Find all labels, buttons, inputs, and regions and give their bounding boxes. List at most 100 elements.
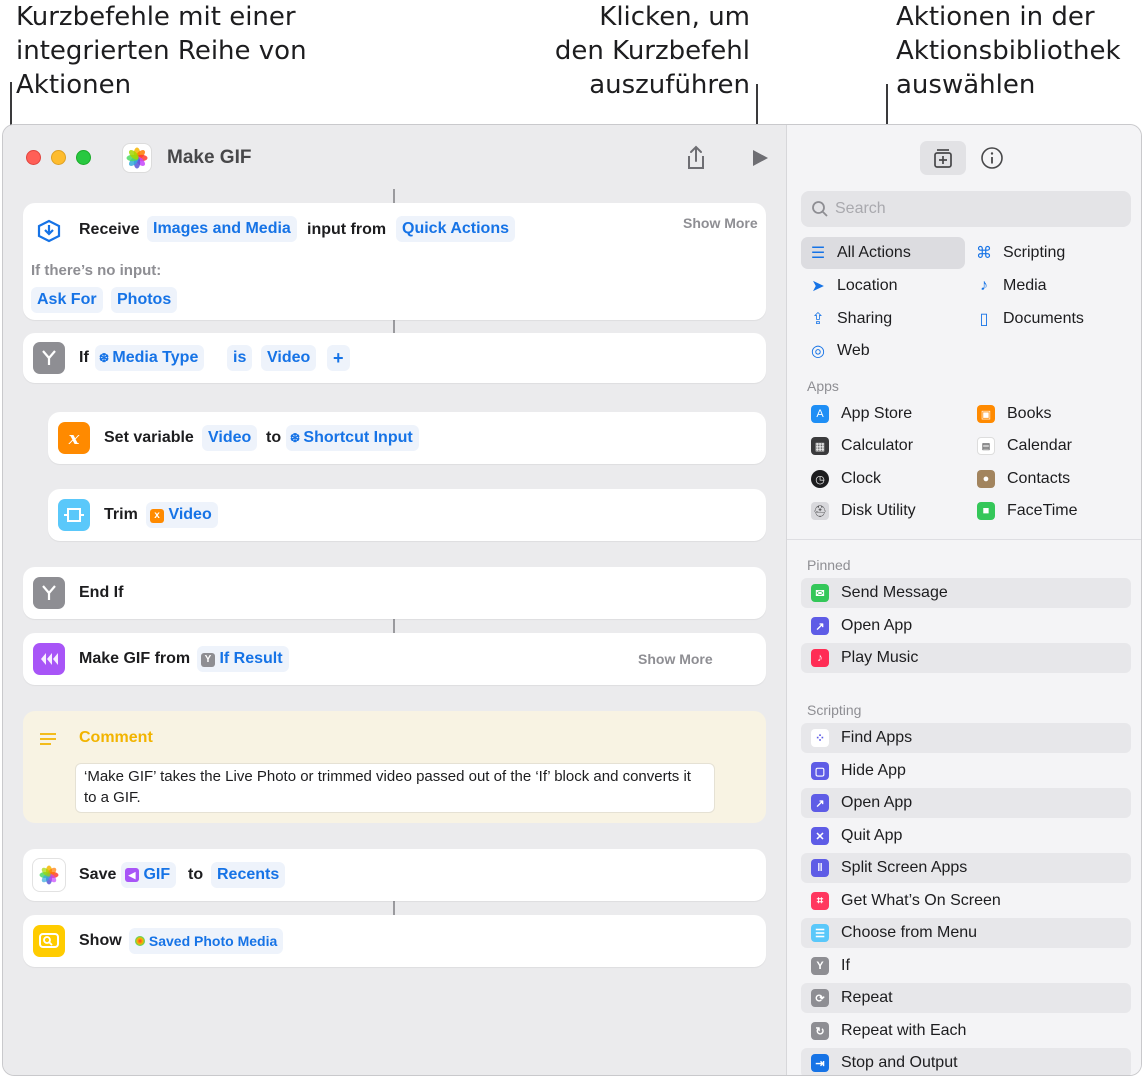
callout-library: Aktionen in der Aktionsbibliothek auswäh… [896,2,1121,100]
make-gif-action[interactable]: Make GIF from Y If Result Show More [23,633,766,685]
variable-name-token[interactable]: Video [202,425,258,451]
end-if-label: End If [79,584,124,601]
pinned-play-music[interactable]: ♪ Play Music [801,643,1131,673]
if-icon: Y [811,957,829,975]
app-calendar[interactable]: ▤ Calendar [977,431,1072,461]
contacts-icon: ● [977,470,995,488]
app-grid-icon: ⁘ [811,729,829,747]
shortcuts-window: Make GIF Receive Images and Media input … [2,124,1142,1076]
variable-x-icon: x [150,509,164,523]
show-more-button[interactable]: Show More [638,651,713,667]
shortcut-input-token[interactable]: ❆ Shortcut Input [286,425,419,451]
set-variable-action[interactable]: x Set variable Video to ❆ Shortcut Input [48,412,766,464]
operator-token[interactable]: is [227,345,253,371]
add-condition-button[interactable]: + [327,345,350,371]
category-location[interactable]: ➤ Location [801,270,965,302]
apps-header: Apps [807,378,839,394]
photos-token[interactable]: Photos [111,287,178,313]
action-connector [393,619,395,633]
category-all-actions[interactable]: ☰ All Actions [801,237,965,269]
repeat-each-icon: ↻ [811,1022,829,1040]
input-source-token[interactable]: Quick Actions [396,216,515,242]
scripting-split-screen-apps[interactable]: ‖ Split Screen Apps [801,853,1131,883]
app-app-store[interactable]: A App Store [811,399,912,429]
location-arrow-icon: ➤ [811,278,825,295]
window-title: Make GIF [167,147,252,168]
app-clock[interactable]: ◷ Clock [811,464,881,494]
saved-media-token[interactable]: Saved Photo Media [129,928,284,954]
trim-action[interactable]: Trim x Video [48,489,766,541]
app-calculator[interactable]: ▦ Calculator [811,431,913,461]
gif-token[interactable]: ◀ GIF [121,862,177,888]
trim-label: Trim [104,506,138,523]
category-sharing[interactable]: ⇪ Sharing [801,303,965,335]
make-gif-label: Make GIF from [79,650,191,667]
if-result-token[interactable]: Y If Result [197,646,289,672]
action-library-button[interactable] [920,141,966,175]
trim-video-token[interactable]: x Video [146,502,218,528]
run-shortcut-button[interactable] [751,149,769,172]
variable-icon: ❆ [99,351,113,365]
pinned-send-message[interactable]: ✉ Send Message [801,578,1131,608]
search-input[interactable]: Search [801,191,1131,227]
ask-for-token[interactable]: Ask For [31,287,103,313]
category-documents[interactable]: ▯ Documents [967,303,1131,335]
save-label: Save [79,866,117,883]
list-icon: ☰ [810,245,826,262]
show-more-button[interactable]: Show More [683,215,758,231]
if-value-token[interactable]: Video [261,345,317,371]
scripting-stop-and-output[interactable]: ⇥ Stop and Output [801,1048,1131,1075]
trim-video-icon [58,499,90,531]
save-action[interactable]: Save ◀ GIF to Recents [23,849,766,901]
input-type-token[interactable]: Images and Media [147,216,297,242]
scripting-if[interactable]: Y If [801,951,1131,981]
receive-label: Receive [79,221,140,238]
close-window-button[interactable] [26,150,41,165]
app-disk-utility[interactable]: ⛑ Disk Utility [811,496,916,526]
info-button[interactable] [980,146,1004,175]
app-books[interactable]: ▣ Books [977,399,1051,429]
receive-icon [33,215,65,247]
if-action[interactable]: If ❆ Media Type is Video + [23,333,766,383]
pinned-open-app[interactable]: ↗ Open App [801,611,1131,641]
if-icon: Y [201,653,215,667]
to-label: to [266,429,282,446]
scripting-open-app[interactable]: ↗ Open App [801,788,1131,818]
comment-label: Comment [79,729,153,746]
receive-action[interactable]: Receive Images and Media input from Quic… [23,203,766,320]
comment-action[interactable]: Comment ‘Make GIF’ takes the Live Photo … [23,711,766,823]
category-scripting[interactable]: ⌘ Scripting [967,237,1131,269]
media-type-token[interactable]: ❆ Media Type [95,345,205,371]
album-token[interactable]: Recents [211,862,286,888]
scripting-hide-app[interactable]: ▢ Hide App [801,756,1131,786]
scripting-quit-app[interactable]: ✕ Quit App [801,821,1131,851]
quit-app-icon: ✕ [811,827,829,845]
open-app-arrow-icon: ↗ [811,617,829,635]
no-input-label: If there’s no input: [31,262,162,279]
category-media[interactable]: ♪ Media [967,270,1131,302]
comment-text[interactable]: ‘Make GIF’ takes the Live Photo or trimm… [75,763,715,813]
shortcut-editor: Make GIF Receive Images and Media input … [3,125,786,1075]
scripting-repeat-with-each[interactable]: ↻ Repeat with Each [801,1016,1131,1046]
scripting-get-whats-on-screen[interactable]: ⌗ Get What’s On Screen [801,886,1131,916]
category-web[interactable]: ◎ Web [801,335,965,367]
scripting-repeat[interactable]: ⟳ Repeat [801,983,1131,1013]
app-contacts[interactable]: ● Contacts [977,464,1070,494]
set-variable-label: Set variable [104,429,194,446]
zoom-window-button[interactable] [76,150,91,165]
make-gif-icon [33,643,65,675]
disk-utility-icon: ⛑ [811,502,829,520]
calculator-icon: ▦ [811,437,829,455]
scripting-choose-from-menu[interactable]: ☰ Choose from Menu [801,918,1131,948]
app-facetime[interactable]: ■ FaceTime [977,496,1078,526]
show-action[interactable]: Show Saved Photo Media [23,915,766,967]
comment-lines-icon [39,731,57,752]
callout-actions: Kurzbefehle mit einer integrierten Reihe… [16,2,307,100]
share-icon[interactable] [685,145,707,176]
screen-capture-icon: ⌗ [811,892,829,910]
minimize-window-button[interactable] [51,150,66,165]
photos-app-icon [123,144,151,172]
end-if-action[interactable]: End If [23,567,766,619]
scripting-find-apps[interactable]: ⁘ Find Apps [801,723,1131,753]
info-icon [981,147,1003,169]
